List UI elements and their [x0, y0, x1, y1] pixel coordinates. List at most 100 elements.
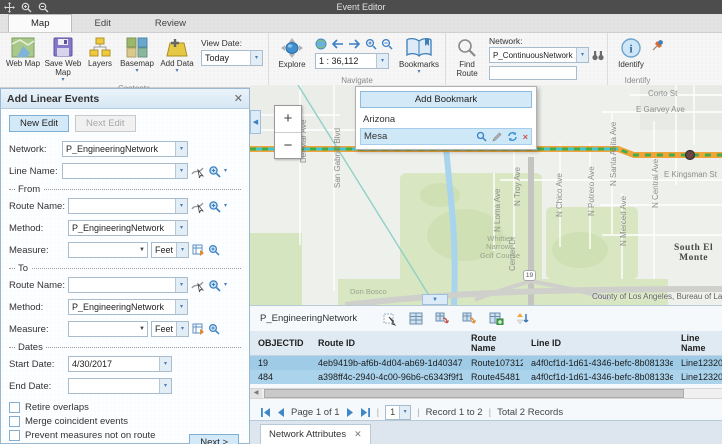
map-zoom-in-button[interactable]: + — [275, 106, 301, 133]
route-input[interactable] — [489, 66, 577, 80]
scroll-left-arrow[interactable]: ◀ — [250, 389, 262, 398]
forward-arrow-icon[interactable] — [348, 39, 361, 49]
layers-button[interactable]: Layers — [83, 35, 117, 68]
bookmark-item-mesa[interactable]: Mesa × — [360, 128, 532, 145]
chevron-down-icon[interactable]: ▾ — [224, 203, 227, 209]
tab-review[interactable]: Review — [133, 15, 208, 32]
add-data-button[interactable]: Add Data ▾ — [157, 35, 197, 74]
view-date-select[interactable]: Today ▾ — [201, 50, 263, 66]
column-header-route-id[interactable]: Route ID — [310, 331, 463, 356]
next-button[interactable]: Next > — [189, 434, 239, 444]
page-number-select[interactable]: 1 ▾ — [385, 405, 411, 420]
basemap-button[interactable]: Basemap ▾ — [117, 35, 157, 74]
chevron-down-icon: ▾ — [135, 68, 138, 74]
table-view-icon[interactable] — [409, 312, 423, 325]
to-method-select[interactable]: P_EngineeringNetwork ▾ — [68, 299, 188, 315]
close-icon[interactable]: ✕ — [234, 92, 243, 105]
pan-to-selection-icon[interactable] — [462, 312, 477, 325]
line-name-select[interactable]: ▾ — [62, 163, 188, 179]
collapse-left-arrow[interactable]: ◀ — [250, 110, 261, 134]
zoom-options-icon[interactable] — [208, 165, 221, 178]
save-web-map-button[interactable]: Save Web Map ▾ — [43, 35, 83, 83]
select-route-on-map-icon[interactable] — [191, 279, 205, 292]
map-label: South El Monte — [674, 243, 713, 264]
collapse-bottom-arrow[interactable]: ▼ — [422, 294, 448, 305]
tab-edit[interactable]: Edit — [72, 15, 132, 32]
explore-button[interactable]: Explore — [272, 35, 312, 69]
selection-options-icon[interactable] — [489, 312, 504, 325]
start-date-select[interactable]: 4/30/2017 ▾ — [68, 356, 172, 372]
zoom-in-icon[interactable] — [365, 38, 377, 50]
horizontal-scrollbar[interactable]: ◀ — [250, 388, 722, 399]
table-network-name: P_EngineeringNetwork — [260, 313, 357, 324]
find-route-button[interactable]: FindRoute — [449, 35, 485, 78]
zoom-to-selection-icon[interactable] — [435, 312, 450, 325]
chevron-down-icon: ▾ — [381, 58, 384, 64]
pushpin-icon[interactable] — [651, 39, 664, 52]
line-name-label: Line Name: — [9, 166, 59, 177]
checkbox-retire-overlaps[interactable]: Retire overlaps — [9, 402, 241, 413]
bookmark-remove-icon[interactable]: × — [523, 132, 528, 142]
from-method-select[interactable]: P_EngineeringNetwork ▾ — [68, 220, 188, 236]
map-zoom-out-button[interactable]: − — [275, 133, 301, 159]
bookmarks-icon — [405, 37, 433, 59]
next-page-icon[interactable] — [346, 408, 354, 417]
checkbox-merge-coincident[interactable]: Merge coincident events — [9, 416, 241, 427]
bookmark-zoom-icon[interactable] — [476, 131, 487, 142]
select-line-on-map-icon[interactable] — [191, 165, 205, 178]
zoom-to-measure-icon[interactable] — [208, 323, 220, 335]
to-route-name-select[interactable]: ▾ — [68, 277, 188, 293]
column-header-line-id[interactable]: Line ID — [523, 331, 673, 356]
add-bookmark-button[interactable]: Add Bookmark — [360, 91, 532, 108]
identify-button[interactable]: i Identify — [611, 35, 651, 69]
measure-table-icon[interactable] — [192, 323, 205, 335]
zoom-options-icon[interactable] — [208, 279, 221, 292]
identify-label: Identify — [618, 60, 644, 69]
measure-table-icon[interactable] — [192, 244, 205, 256]
bookmark-item-arizona[interactable]: Arizona — [360, 111, 532, 128]
web-map-button[interactable]: Web Map — [3, 35, 43, 68]
close-icon[interactable]: ✕ — [354, 429, 362, 440]
basemap-icon — [126, 37, 148, 58]
last-page-icon[interactable] — [360, 408, 371, 417]
select-records-icon[interactable] — [383, 312, 397, 326]
new-edit-button[interactable]: New Edit — [9, 115, 69, 132]
zoom-to-measure-icon[interactable] — [208, 244, 220, 256]
to-measure-input[interactable]: ▼ — [68, 321, 148, 337]
bookmarks-button[interactable]: Bookmarks ▾ — [396, 35, 442, 75]
zoom-out-icon[interactable] — [381, 38, 393, 50]
zoom-options-icon[interactable] — [208, 200, 221, 213]
bookmark-edit-icon[interactable] — [492, 132, 502, 142]
next-edit-button[interactable]: Next Edit — [75, 115, 136, 132]
column-header-objectid[interactable]: OBJECTID — [250, 331, 310, 356]
select-route-on-map-icon[interactable] — [191, 200, 205, 213]
to-unit-select[interactable]: Feet ▾ — [151, 321, 189, 337]
chevron-down-icon[interactable]: ▾ — [224, 168, 227, 174]
column-header-line-name[interactable]: Line Name — [673, 331, 722, 356]
save-icon — [52, 37, 74, 58]
table-row[interactable]: 484 a398ff4c-2940-4c00-96b6-c6343f9f1711… — [250, 370, 722, 384]
end-date-select[interactable]: ▾ — [68, 378, 172, 394]
from-measure-input[interactable]: ▼ — [68, 242, 148, 258]
chevron-down-icon[interactable]: ▾ — [224, 282, 227, 288]
sort-records-icon[interactable] — [516, 312, 530, 325]
tab-network-attributes[interactable]: Network Attributes ✕ — [260, 424, 371, 444]
binoculars-icon[interactable] — [592, 50, 604, 61]
view-date-value: Today — [202, 53, 250, 63]
table-row[interactable]: 19 4eb9419b-af6b-4d04-ab69-1d403476802b … — [250, 356, 722, 371]
end-date-label: End Date: — [9, 381, 65, 392]
start-date-label: Start Date: — [9, 359, 65, 370]
tab-map[interactable]: Map — [8, 14, 72, 32]
prev-page-icon[interactable] — [277, 408, 285, 417]
column-header-route-name[interactable]: Route Name — [463, 331, 523, 356]
back-arrow-icon[interactable] — [331, 39, 344, 49]
from-unit-select[interactable]: Feet ▾ — [151, 242, 189, 258]
network-field-select[interactable]: P_EngineeringNetwork ▾ — [62, 141, 188, 157]
from-route-name-select[interactable]: ▾ — [68, 198, 188, 214]
network-select[interactable]: P_ContinuousNetwork ▾ — [489, 47, 589, 63]
scrollbar-thumb[interactable] — [264, 389, 684, 398]
scale-select[interactable]: 1 : 36,112 ▾ — [315, 53, 389, 69]
globe-icon[interactable] — [315, 38, 327, 50]
first-page-icon[interactable] — [260, 408, 271, 417]
bookmark-refresh-icon[interactable] — [507, 131, 518, 142]
